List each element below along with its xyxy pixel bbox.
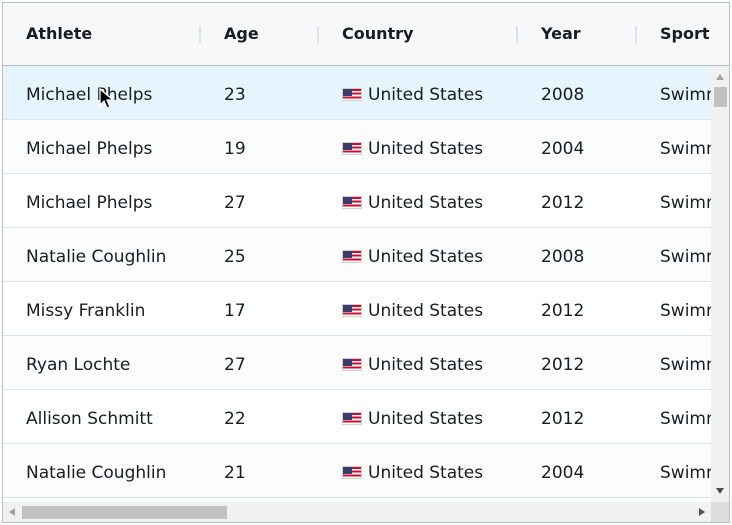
cell-age[interactable]: 23 — [201, 66, 319, 119]
cell-age[interactable]: 27 — [201, 174, 319, 227]
cell-athlete[interactable]: Ryan Lochte — [3, 336, 201, 389]
us-flag-icon — [342, 466, 362, 479]
us-flag-icon — [342, 412, 362, 425]
grid-header: Athlete Age Country Year Sport — [3, 3, 729, 66]
cell-age[interactable]: 17 — [201, 282, 319, 335]
scroll-left-arrow-icon[interactable] — [9, 508, 15, 516]
cell-country[interactable]: United States — [319, 444, 518, 497]
cell-year[interactable]: 2008 — [518, 66, 637, 119]
cell-sport[interactable]: Swimming — [637, 390, 711, 443]
cell-athlete[interactable]: Missy Franklin — [3, 282, 201, 335]
cell-year[interactable]: 2012 — [518, 174, 637, 227]
cell-year[interactable]: 2012 — [518, 390, 637, 443]
cell-age[interactable]: 27 — [201, 336, 319, 389]
column-header-year[interactable]: Year — [518, 3, 637, 65]
country-name: United States — [368, 85, 484, 105]
cell-athlete[interactable]: Allison Schmitt — [3, 390, 201, 443]
country-name: United States — [368, 247, 484, 267]
us-flag-icon — [342, 142, 362, 155]
cell-year[interactable]: 2008 — [518, 228, 637, 281]
cell-country[interactable]: United States — [319, 390, 518, 443]
horizontal-scrollbar[interactable] — [3, 502, 711, 522]
cell-athlete[interactable]: Natalie Coughlin — [3, 444, 201, 497]
cell-age[interactable]: 21 — [201, 444, 319, 497]
data-grid: Athlete Age Country Year Sport Michael P… — [2, 2, 730, 523]
country-name: United States — [368, 409, 484, 429]
cell-country[interactable]: United States — [319, 336, 518, 389]
vertical-scroll-thumb[interactable] — [714, 87, 727, 107]
cell-age[interactable]: 19 — [201, 120, 319, 173]
cell-country[interactable]: United States — [319, 174, 518, 227]
table-row[interactable]: Michael Phelps27 United States 2012Swimmin… — [3, 174, 711, 228]
country-name: United States — [368, 139, 484, 159]
us-flag-icon — [342, 196, 362, 209]
cell-athlete[interactable]: Michael Phelps — [3, 120, 201, 173]
us-flag-icon — [342, 304, 362, 317]
cell-year[interactable]: 2012 — [518, 336, 637, 389]
table-row[interactable]: Missy Franklin17 United States 2012Swimmin… — [3, 282, 711, 336]
cell-year[interactable]: 2004 — [518, 444, 637, 497]
cell-sport[interactable]: Swimming — [637, 66, 711, 119]
column-header-athlete[interactable]: Athlete — [3, 3, 201, 65]
scroll-up-arrow-icon[interactable] — [716, 74, 724, 80]
cell-athlete[interactable]: Natalie Coughlin — [3, 228, 201, 281]
table-row[interactable]: Allison Schmitt22 United States 2012Swimmi… — [3, 390, 711, 444]
cell-year[interactable]: 2004 — [518, 120, 637, 173]
country-name: United States — [368, 301, 484, 321]
mouse-pointer-icon — [99, 88, 115, 109]
cell-country[interactable]: United States — [319, 120, 518, 173]
scroll-down-arrow-icon[interactable] — [716, 488, 724, 494]
table-row[interactable]: Natalie Coughlin25 United States 2008Swimm… — [3, 228, 711, 282]
cell-athlete[interactable]: Michael Phelps — [3, 174, 201, 227]
scroll-right-arrow-icon[interactable] — [699, 508, 705, 516]
table-row[interactable]: Michael Phelps19 United States 2004Swimmin… — [3, 120, 711, 174]
cell-sport[interactable]: Swimming — [637, 228, 711, 281]
cell-sport[interactable]: Swimming — [637, 444, 711, 497]
cell-sport[interactable]: Swimming — [637, 174, 711, 227]
country-name: United States — [368, 463, 484, 483]
column-header-age[interactable]: Age — [201, 3, 319, 65]
column-header-country[interactable]: Country — [319, 3, 518, 65]
table-row[interactable]: Natalie Coughlin21 United States 2004Swimm… — [3, 444, 711, 498]
us-flag-icon — [342, 358, 362, 371]
cell-sport[interactable]: Swimming — [637, 120, 711, 173]
cell-country[interactable]: United States — [319, 228, 518, 281]
scrollbar-corner — [711, 502, 729, 522]
cell-sport[interactable]: Swimming — [637, 282, 711, 335]
us-flag-icon — [342, 250, 362, 263]
column-header-sport[interactable]: Sport — [637, 3, 729, 65]
horizontal-scroll-thumb[interactable] — [22, 506, 227, 519]
vertical-scrollbar[interactable] — [711, 66, 729, 502]
country-name: United States — [368, 193, 484, 213]
table-row[interactable]: Ryan Lochte27 United States 2012Swimming — [3, 336, 711, 390]
cell-country[interactable]: United States — [319, 66, 518, 119]
country-name: United States — [368, 355, 484, 375]
cell-sport[interactable]: Swimming — [637, 336, 711, 389]
cell-age[interactable]: 25 — [201, 228, 319, 281]
grid-body: Michael Phelps23United States2008Swimmin… — [3, 66, 711, 502]
cell-age[interactable]: 22 — [201, 390, 319, 443]
cell-country[interactable]: United States — [319, 282, 518, 335]
us-flag-icon — [342, 88, 362, 101]
cell-year[interactable]: 2012 — [518, 282, 637, 335]
